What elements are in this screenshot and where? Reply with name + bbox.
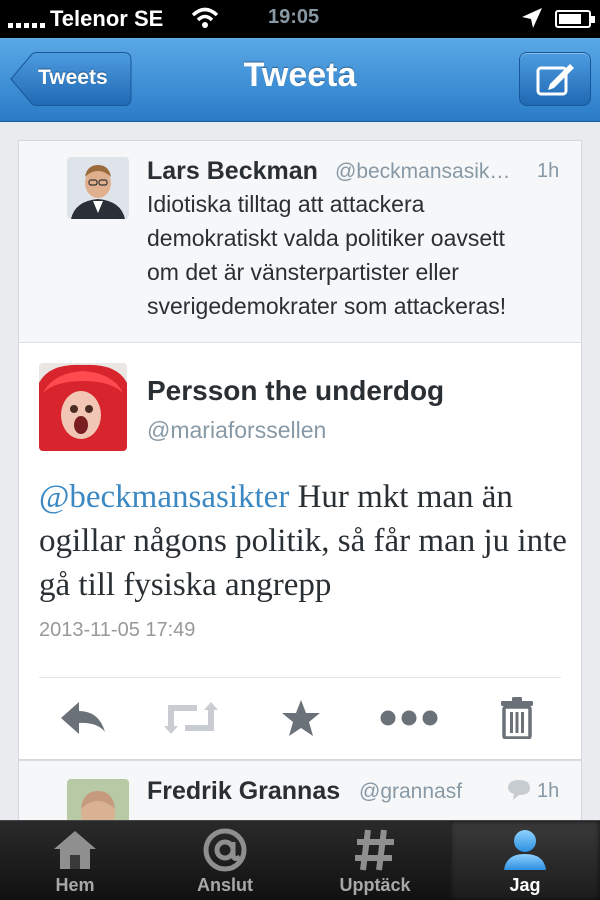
- more-icon: [380, 710, 438, 726]
- carrier-label: Telenor SE: [50, 6, 164, 31]
- wifi-icon: [190, 6, 220, 36]
- tweet-author-name[interactable]: Lars Beckman: [147, 157, 318, 186]
- next-tweet[interactable]: Fredrik Grannas @grannasf 1h: [18, 760, 582, 820]
- profile-icon: [504, 830, 546, 870]
- tweet-author-handle[interactable]: @beckmansasik…: [335, 160, 510, 184]
- more-button[interactable]: [379, 693, 439, 743]
- tweet-timestamp: 2013-11-05 17:49: [39, 619, 196, 641]
- page-title: Tweeta: [243, 56, 357, 94]
- home-icon: [54, 831, 96, 869]
- reply-indicator-icon: [508, 780, 530, 800]
- tab-me[interactable]: Jag: [450, 821, 600, 900]
- retweet-icon: [164, 702, 218, 734]
- tweet-text: Idiotiska tilltag att attackera demokrat…: [147, 187, 567, 323]
- status-bar: Telenor SE 19:05: [0, 0, 600, 38]
- location-arrow-icon: [520, 6, 544, 36]
- reply-button[interactable]: [53, 693, 113, 743]
- navigation-bar: Tweets Tweeta: [0, 38, 600, 122]
- at-icon: [203, 828, 247, 872]
- mention-link[interactable]: @beckmansasikter: [39, 479, 289, 515]
- battery-icon: [555, 10, 595, 28]
- tweet-text-line: demokratiskt valda politiker oavsett: [147, 225, 505, 251]
- tweet-text: @beckmansasikter Hur mkt man än ogillar …: [39, 475, 569, 607]
- tab-label: Jag: [509, 875, 541, 895]
- tweet-text-line: Idiotiska tilltag att attackera: [147, 191, 425, 217]
- delete-icon: [501, 697, 533, 739]
- compose-icon: [536, 64, 574, 96]
- tweet-author-name[interactable]: Fredrik Grannas: [147, 777, 340, 806]
- compose-button[interactable]: [519, 52, 591, 106]
- retweet-button[interactable]: [161, 693, 221, 743]
- tab-label: Hem: [55, 875, 95, 895]
- tab-home[interactable]: Hem: [0, 821, 150, 900]
- divider: [39, 677, 561, 678]
- avatar[interactable]: [39, 363, 127, 451]
- tweet-author-name[interactable]: Persson the underdog: [147, 375, 444, 407]
- status-time: 19:05: [268, 6, 320, 28]
- tweet-author-handle[interactable]: @mariaforssellen: [147, 417, 326, 444]
- tweet-time: 1h: [537, 780, 560, 802]
- previous-tweet[interactable]: Lars Beckman @beckmansasik… 1h Idiotiska…: [18, 140, 582, 360]
- tweet-author-handle[interactable]: @grannasf: [359, 780, 462, 804]
- favorite-button[interactable]: [271, 693, 331, 743]
- delete-button[interactable]: [487, 693, 547, 743]
- favorite-icon: [282, 700, 320, 736]
- tweet-actions: [19, 693, 583, 753]
- tweet-text-line: sverigedemokrater som attackeras!: [147, 293, 507, 319]
- tweet-time: 1h: [537, 160, 560, 182]
- hash-icon: [355, 829, 394, 871]
- tab-bar: Hem Anslut Upptäck Jag: [0, 820, 600, 900]
- tab-discover[interactable]: Upptäck: [300, 821, 450, 900]
- focused-tweet: Persson the underdog @mariaforssellen @b…: [18, 342, 582, 760]
- tab-connect[interactable]: Anslut: [150, 821, 300, 900]
- reply-icon: [61, 702, 105, 734]
- tweet-text-line: om det är vänsterpartister eller: [147, 259, 459, 285]
- avatar[interactable]: [67, 779, 129, 820]
- tab-label: Anslut: [197, 875, 253, 895]
- avatar[interactable]: [67, 157, 129, 219]
- tweet-thread[interactable]: Lars Beckman @beckmansasik… 1h Idiotiska…: [0, 122, 600, 820]
- tab-label: Upptäck: [339, 875, 411, 895]
- signal-strength-icon: [8, 8, 45, 28]
